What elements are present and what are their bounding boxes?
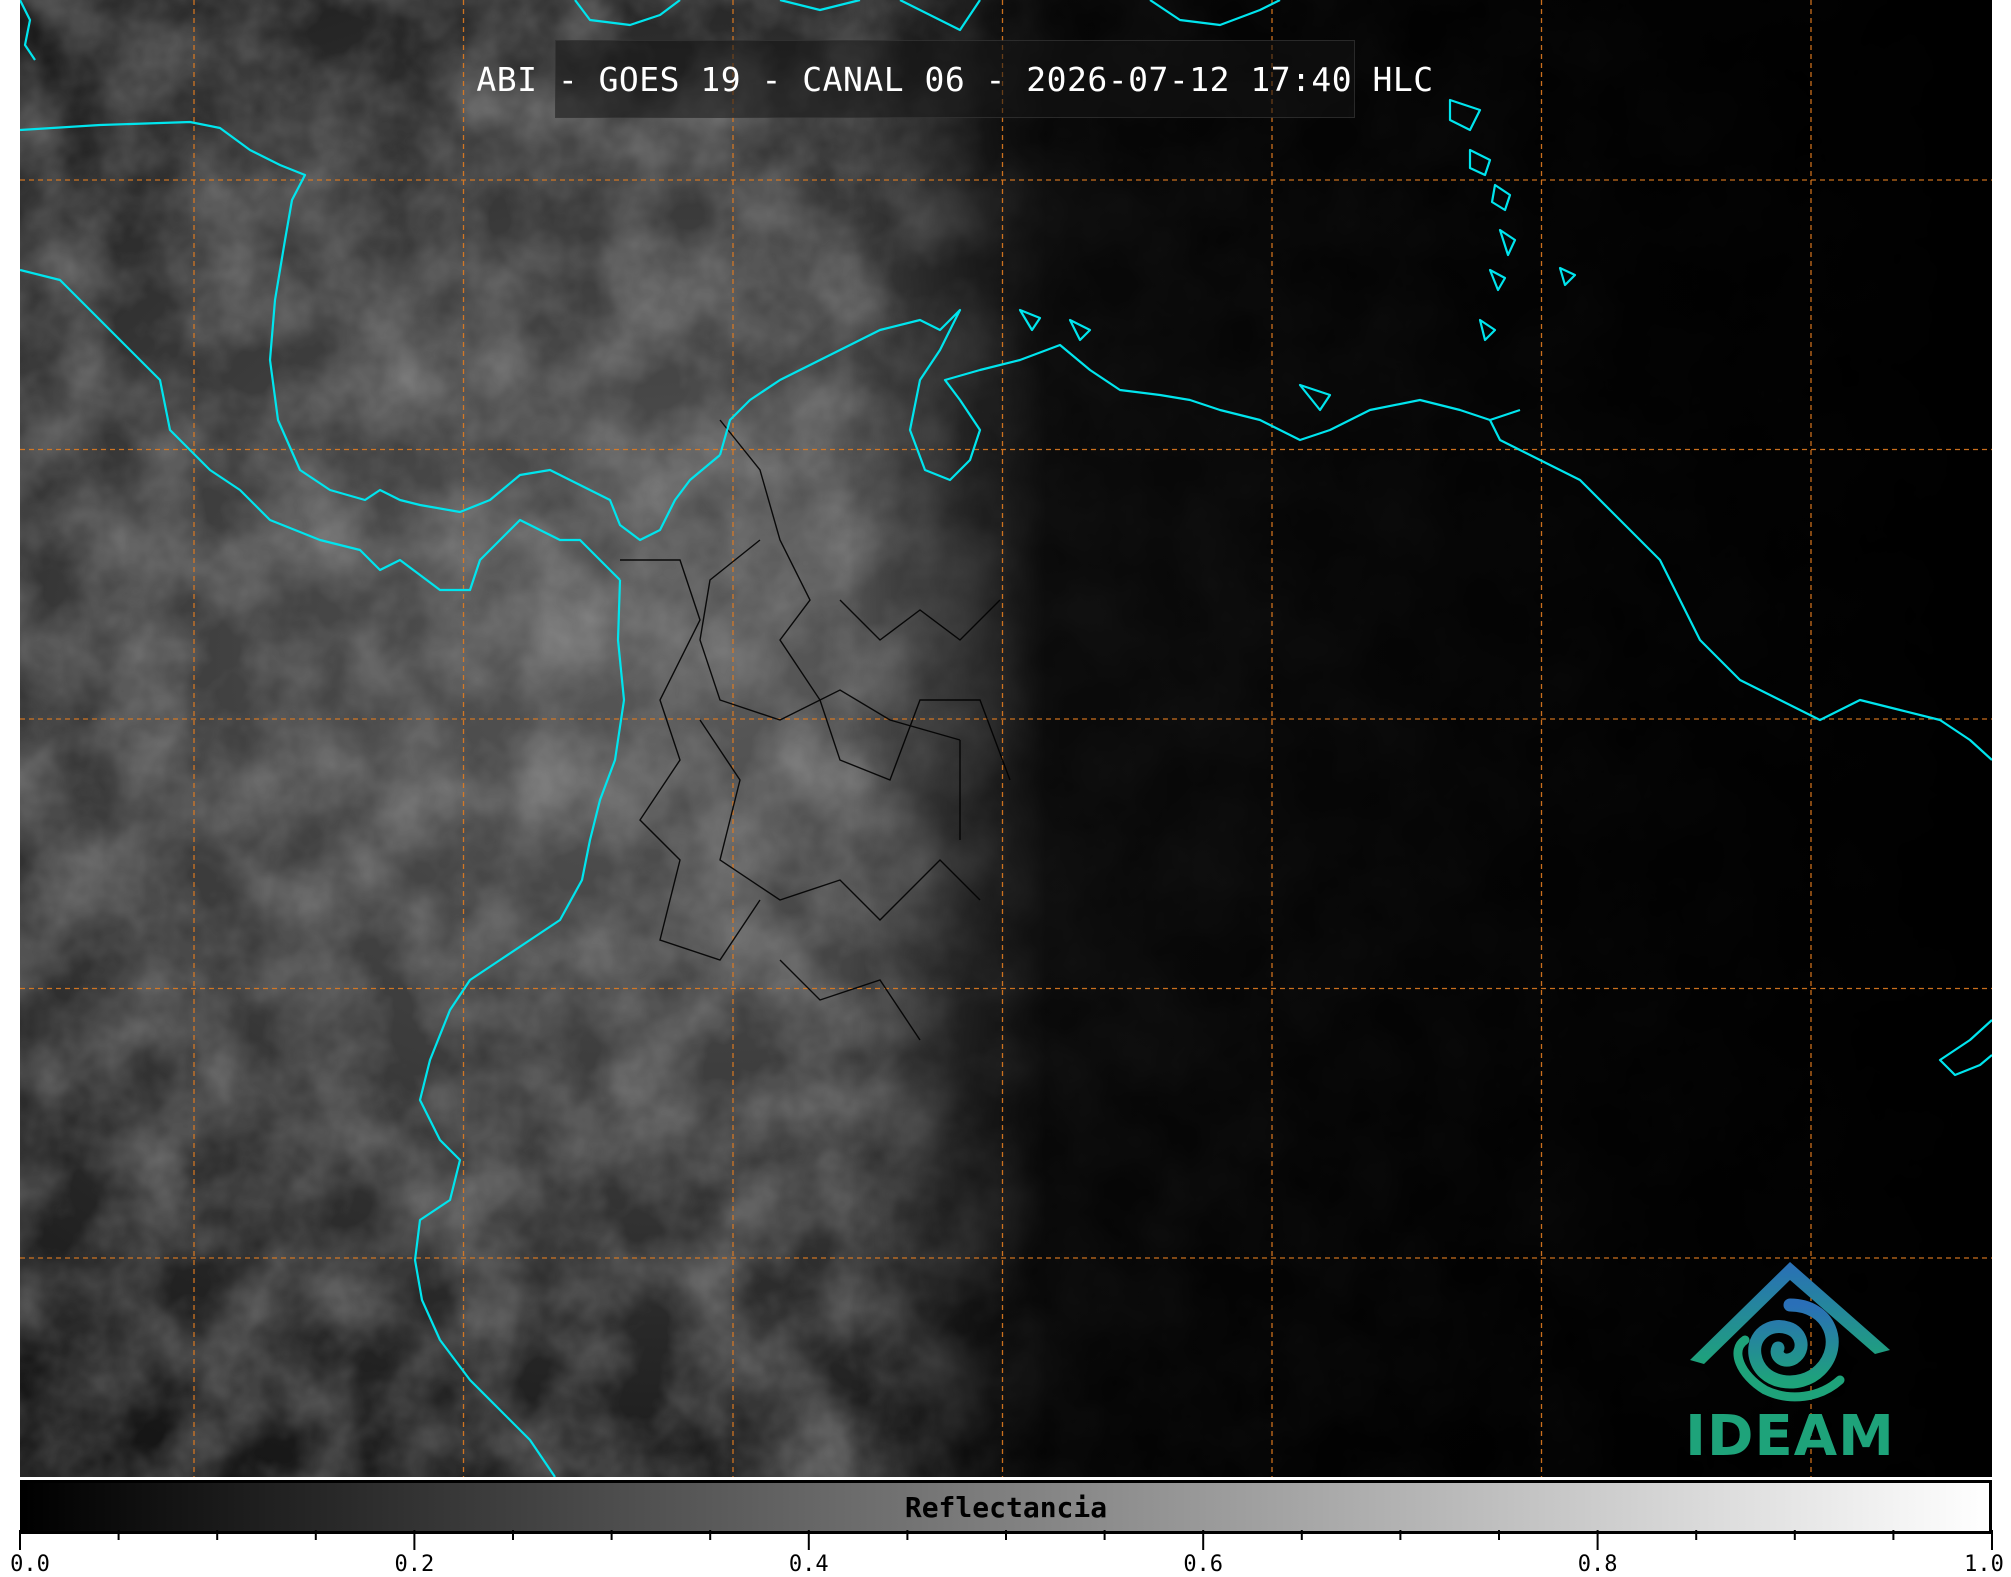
colorbar-tick-label: 0.4 <box>788 1552 829 1577</box>
title-banner: ABI - GOES 19 - CANAL 06 - 2026-07-12 17… <box>476 40 1434 118</box>
colorbar: Reflectancia <box>20 1480 1992 1534</box>
colorbar-tick-label: 0.2 <box>394 1552 435 1577</box>
colorbar-ticks <box>19 1530 1993 1550</box>
ideam-logo-icon <box>1690 1262 1890 1402</box>
colorbar-tick-label: 0.8 <box>1577 1552 1618 1577</box>
colorbar-tick-label: 0.6 <box>1183 1552 1224 1577</box>
colorbar-tick-label: 0.0 <box>10 1552 50 1577</box>
ideam-logo-text: IDEAM <box>1685 1404 1895 1469</box>
satellite-map[interactable]: ABI - GOES 19 - CANAL 06 - 2026-07-12 17… <box>20 0 1992 1477</box>
colorbar-tick-label: 1.0 <box>1964 1552 2004 1577</box>
map-title: ABI - GOES 19 - CANAL 06 - 2026-07-12 17… <box>476 59 1434 99</box>
colorbar-label: Reflectancia <box>904 1490 1108 1524</box>
ideam-logo: IDEAM <box>1670 1250 1910 1475</box>
